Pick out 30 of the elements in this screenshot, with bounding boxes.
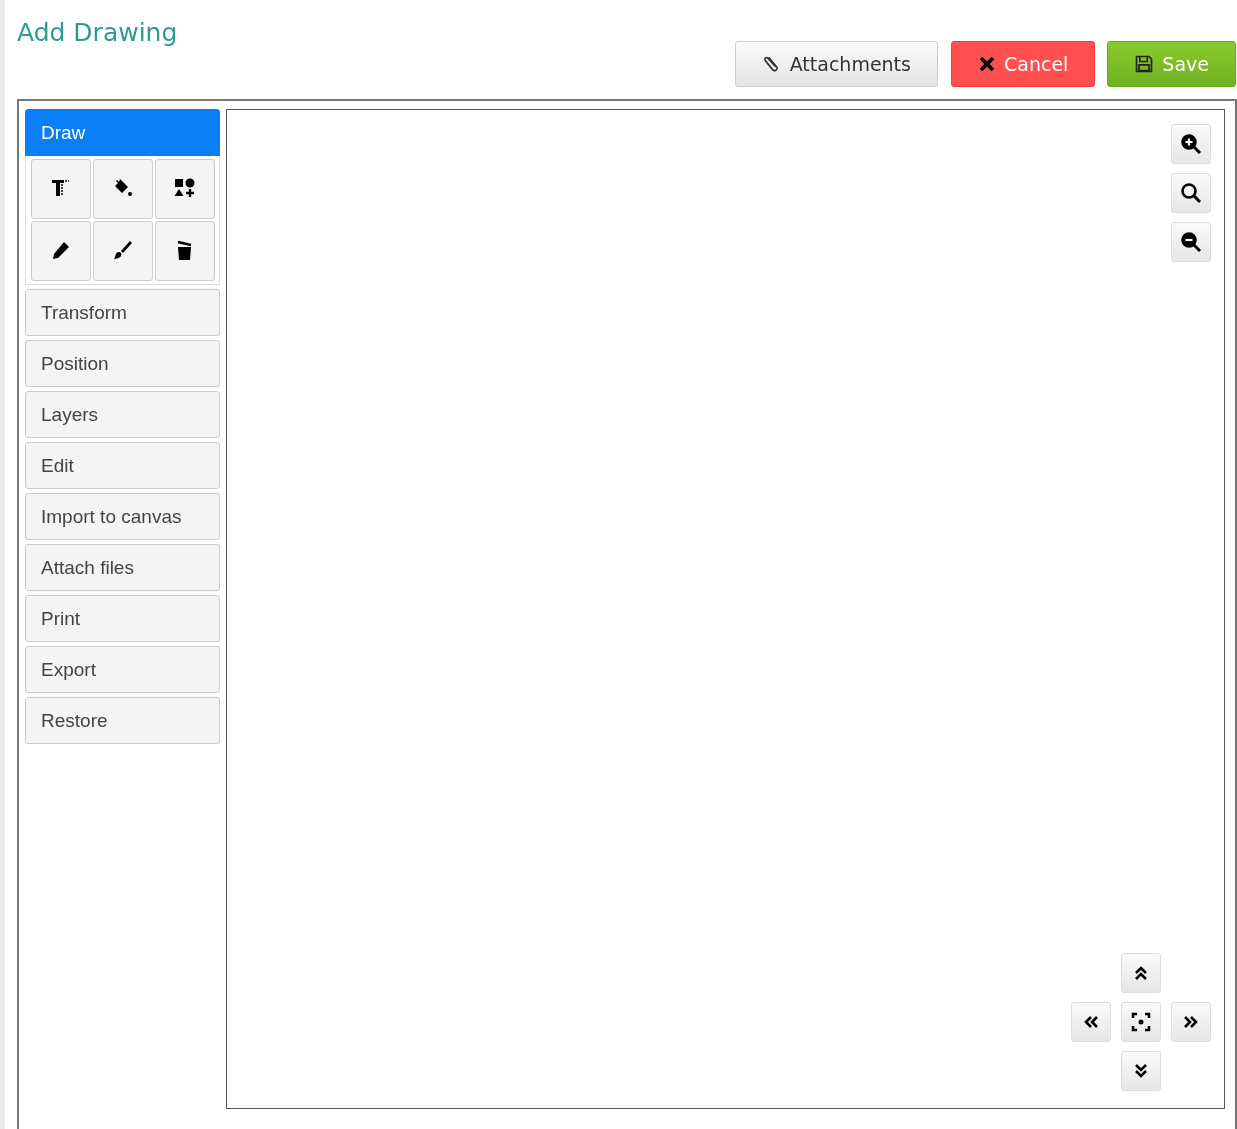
center-button[interactable]: [1121, 1002, 1161, 1042]
tool-button[interactable]: [93, 159, 153, 219]
pan-up-button[interactable]: [1121, 953, 1161, 993]
tool-button[interactable]: [31, 159, 91, 219]
pan-right-button[interactable]: [1171, 1002, 1211, 1042]
menu-item[interactable]: Layers: [25, 391, 220, 438]
close-icon: [978, 55, 996, 73]
pan-down-button[interactable]: [1121, 1051, 1161, 1091]
zoom-out-button[interactable]: [1171, 222, 1211, 262]
menu-item[interactable]: Transform: [25, 289, 220, 336]
pan-left-button[interactable]: [1071, 1002, 1111, 1042]
menu-item[interactable]: Attach files: [25, 544, 220, 591]
focus-icon: [1129, 1010, 1153, 1034]
tool-button[interactable]: [155, 221, 215, 281]
zoom-reset-button[interactable]: [1171, 173, 1211, 213]
menu-item[interactable]: Import to canvas: [25, 493, 220, 540]
zoom-in-icon: [1179, 132, 1203, 156]
menu-item[interactable]: Restore: [25, 697, 220, 744]
tool-button[interactable]: [31, 221, 91, 281]
zoom-in-button[interactable]: [1171, 124, 1211, 164]
attach-button[interactable]: Attachments: [734, 41, 938, 87]
menu-item[interactable]: Edit: [25, 442, 220, 489]
menu-item[interactable]: Print: [25, 595, 220, 642]
zoom-out-icon: [1179, 230, 1203, 254]
page-title: Add Drawing: [17, 18, 178, 47]
menu-item[interactable]: Draw: [25, 109, 220, 156]
menu-item[interactable]: Position: [25, 340, 220, 387]
menu-item[interactable]: Export: [25, 646, 220, 693]
tool-button[interactable]: [155, 159, 215, 219]
search-icon: [1179, 181, 1203, 205]
